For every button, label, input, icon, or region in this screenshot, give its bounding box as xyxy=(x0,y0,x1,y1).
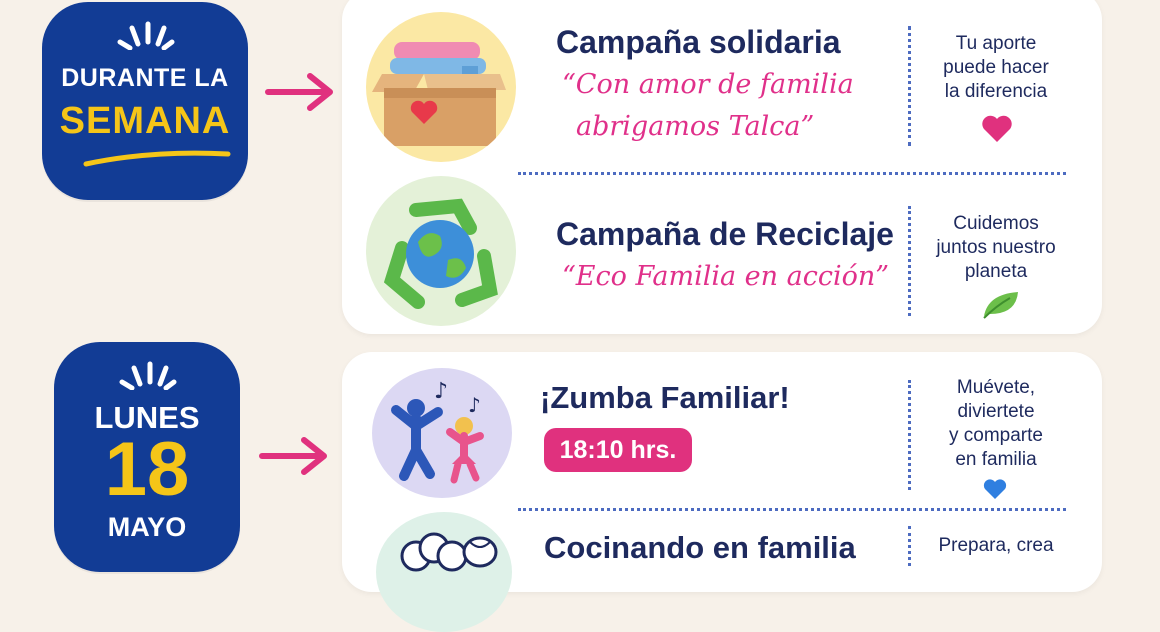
side-note-line: Cuidemos xyxy=(953,213,1039,234)
chef-hat-icon xyxy=(376,512,512,632)
divider xyxy=(908,526,911,566)
underline-swoosh-icon xyxy=(83,150,231,167)
time-badge: 18:10 hrs. xyxy=(544,428,692,472)
activity-side-note: Tu aporte puede hacer la diferencia xyxy=(916,32,1076,104)
heart-icon xyxy=(982,115,1012,142)
sparkle-rays-icon xyxy=(119,361,177,390)
activity-slogan: “Con amor de familia abrigamos Talca” xyxy=(562,64,854,148)
sparkle-rays-icon xyxy=(117,21,175,50)
slogan-line: “Eco Familia en acción” xyxy=(562,261,890,292)
activity-title: Campaña solidaria xyxy=(556,24,841,60)
activity-title: Campaña de Reciclaje xyxy=(556,216,894,252)
activity-side-note: Muévete, diviertete y comparte en famili… xyxy=(916,376,1076,472)
side-note-line: puede hacer xyxy=(943,57,1049,78)
side-note-line: la diferencia xyxy=(944,81,1048,102)
heart-icon xyxy=(983,479,1007,499)
arrow-right-icon xyxy=(259,437,327,475)
side-note-line: y comparte xyxy=(949,425,1043,446)
activity-side-note: Cuidemos juntos nuestro planeta xyxy=(916,212,1076,284)
slogan-line: “Con amor de familia xyxy=(562,69,854,100)
dancing-family-icon: ♪ ♪ xyxy=(372,368,512,498)
svg-text:♪: ♪ xyxy=(468,393,481,417)
activity-title: Cocinando en familia xyxy=(544,530,856,565)
activity-title: ¡Zumba Familiar! xyxy=(540,380,790,415)
side-note-line: Tu aporte xyxy=(955,33,1037,54)
donation-box-icon xyxy=(366,12,516,162)
activity-side-note: Prepara, crea xyxy=(916,534,1076,558)
week-badge-line2: SEMANA xyxy=(59,100,231,142)
date-month: MAYO xyxy=(107,512,187,542)
svg-text:♪: ♪ xyxy=(434,379,448,404)
date-badge: LUNES 18 MAYO xyxy=(54,342,240,572)
side-note-line: en familia xyxy=(955,449,1037,470)
leaf-icon xyxy=(983,292,1018,319)
arrow-right-icon xyxy=(265,73,333,111)
side-note-line: Muévete, xyxy=(956,377,1036,398)
divider xyxy=(908,380,911,490)
divider xyxy=(908,206,911,316)
divider xyxy=(518,172,1066,175)
side-note-line: juntos nuestro xyxy=(936,237,1056,258)
recycle-globe-icon xyxy=(366,176,516,326)
side-note-line: planeta xyxy=(964,261,1028,282)
week-badge-line1: DURANTE LA xyxy=(61,64,229,92)
side-note-line: Prepara, crea xyxy=(938,535,1054,556)
week-badge: DURANTE LA SEMANA xyxy=(42,2,248,200)
divider xyxy=(518,508,1066,511)
date-day: 18 xyxy=(104,427,190,512)
divider xyxy=(908,26,911,146)
side-note-line: diviertete xyxy=(957,401,1035,422)
activity-slogan: “Eco Familia en acción” xyxy=(562,256,889,298)
slogan-line: abrigamos Talca” xyxy=(576,111,815,142)
